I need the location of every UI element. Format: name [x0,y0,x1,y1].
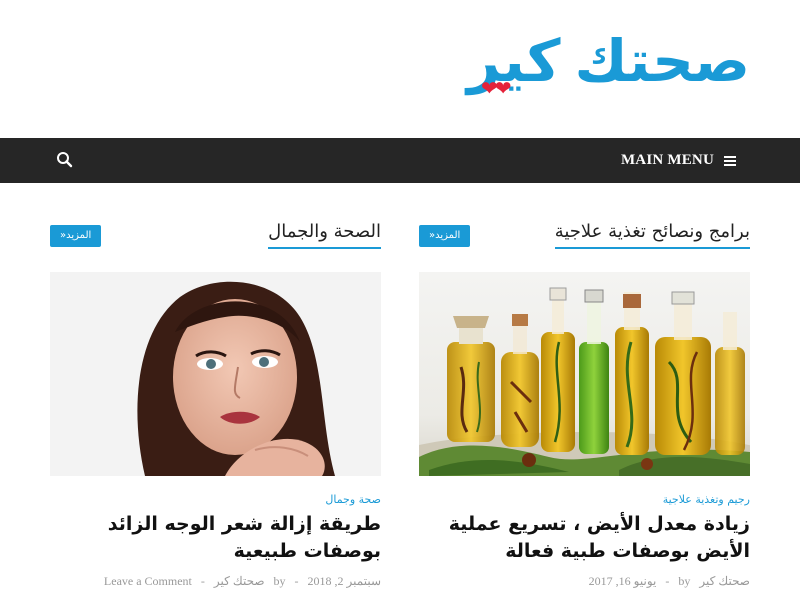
more-button[interactable]: المزيد« [50,225,102,247]
post-thumbnail-oil-bottles[interactable] [419,272,750,476]
hamburger-icon [724,155,736,166]
section-title[interactable]: برامج ونصائح تغذية علاجية [554,220,750,249]
search-button[interactable] [56,151,74,169]
section-header: برامج ونصائح تغذية علاجية المزيد« [419,220,750,250]
logo-hearts-icon: ❤❤ [480,76,511,100]
section-title[interactable]: الصحة والجمال [268,220,381,249]
more-button[interactable]: المزيد« [419,225,471,247]
search-icon [57,152,73,168]
logo-word-2: كير ❤❤ [467,22,561,100]
main-menu-button[interactable]: MAIN MENU [621,138,736,183]
post-thumbnail-woman[interactable] [50,272,381,476]
logo-word-1: صحتك [574,27,751,95]
post-author[interactable]: صحتك كير [214,574,265,588]
post-meta: صحتك كير by - يونيو 16, 2017 [589,574,750,589]
section-beauty: الصحة والجمال المزيد« صحة وجمال طريقة إز… [50,220,381,588]
post-meta: سبتمبر 2, 2018 - by صحتك كير - Leave a C… [104,574,381,589]
post-date: سبتمبر 2, 2018 [307,574,381,588]
post-category[interactable]: رجيم وتغذية علاجية [663,493,750,506]
post-author[interactable]: صحتك كير [699,574,750,588]
section-header: الصحة والجمال المزيد« [50,220,381,250]
post-by-label: by [273,574,286,588]
main-menu-label: MAIN MENU [620,152,714,168]
post-title[interactable]: زيادة معدل الأيض ، تسريع عملية الأيض بوص… [419,511,750,565]
meta-separator: - [200,574,205,588]
meta-separator: - [665,574,670,588]
site-header: صحتك كير ❤❤ [0,0,800,138]
oil-bottles-image [419,272,750,476]
post-by-label: by [678,574,691,588]
woman-face-image [50,272,381,476]
site-logo[interactable]: صحتك كير ❤❤ [467,22,751,100]
post-title[interactable]: طريقة إزالة شعر الوجه الزائد بوصفات طبيع… [50,511,381,565]
section-nutrition: برامج ونصائح تغذية علاجية المزيد« رجيم و… [419,220,750,588]
post-category[interactable]: صحة وجمال [325,493,381,506]
meta-separator: - [294,574,299,588]
main-navbar: MAIN MENU [0,138,800,183]
post-date: يونيو 16, 2017 [588,574,657,588]
post-comments-link[interactable]: Leave a Comment [104,574,192,588]
